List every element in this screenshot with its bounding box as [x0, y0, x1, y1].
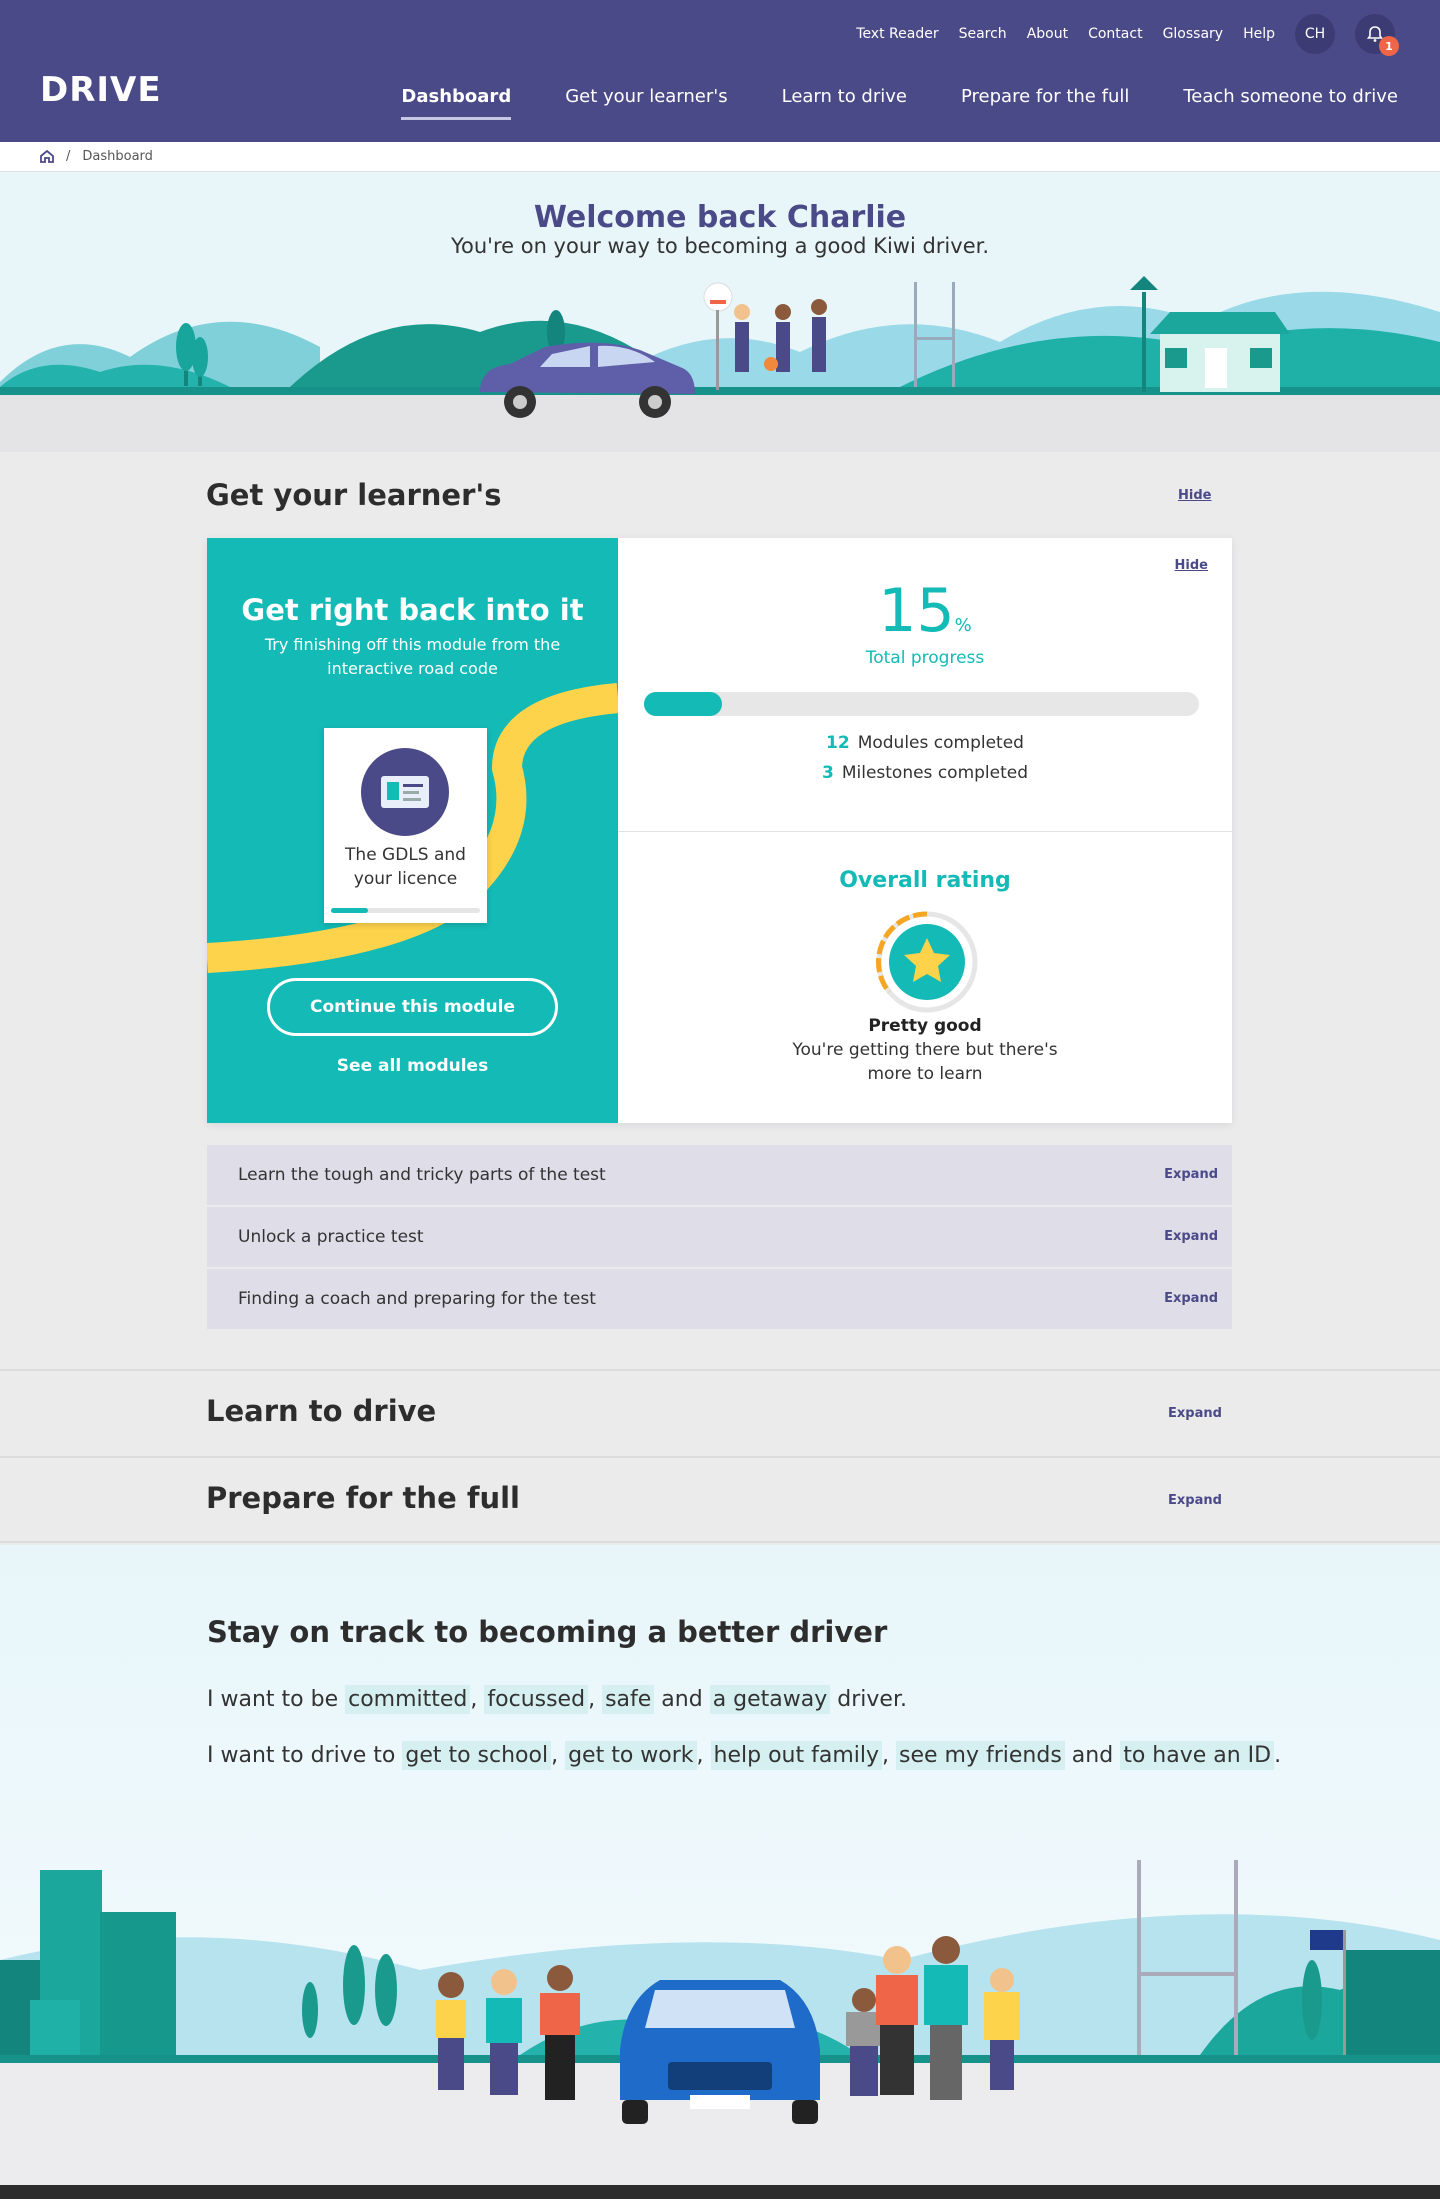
about-link[interactable]: About: [1027, 26, 1068, 42]
task-expand-link[interactable]: Expand: [1164, 1229, 1218, 1244]
text-reader-link[interactable]: Text Reader: [856, 26, 938, 42]
modules-stat: 12 Modules completed: [618, 733, 1232, 753]
rating-description: You're getting there but there's more to…: [792, 1040, 1058, 1084]
task-expand-link[interactable]: Expand: [1164, 1291, 1218, 1306]
progress-number: 15: [878, 576, 955, 646]
module-progress-fill: [331, 908, 369, 913]
goals-suffix: .: [1274, 1743, 1282, 1768]
welcome-hero: Welcome back Charlie You're on your way …: [0, 172, 1440, 452]
milestones-stat: 3 Milestones completed: [618, 763, 1232, 783]
goal-chip[interactable]: to have an ID: [1120, 1741, 1275, 1770]
goal-chip[interactable]: get to school: [402, 1741, 552, 1770]
driver-traits-sentence: I want to be committed, focussed, safe a…: [207, 1685, 907, 1714]
resume-title: Get right back into it: [241, 593, 584, 627]
home-icon[interactable]: [40, 150, 54, 163]
continue-module-button[interactable]: Continue this module: [267, 978, 558, 1036]
traits-prefix: I want to be: [207, 1687, 339, 1712]
module-name: The GDLS and your licence: [345, 845, 466, 889]
trait-chip[interactable]: a getaway: [709, 1685, 831, 1714]
prepare-full-expand-link[interactable]: Expand: [1168, 1493, 1222, 1508]
panel-divider: [618, 831, 1232, 832]
task-label: Learn the tough and tricky parts of the …: [238, 1165, 606, 1185]
utility-nav: Text Reader Search About Contact Glossar…: [856, 14, 1399, 56]
total-progress-label: Total progress: [865, 648, 985, 668]
trait-chip[interactable]: committed: [345, 1685, 471, 1714]
welcome-title: Welcome back Charlie: [533, 200, 907, 235]
nav-get-your-learners[interactable]: Get your learner's: [565, 86, 727, 120]
goal-chip[interactable]: get to work: [565, 1741, 697, 1770]
progress-card: Get right back into it Try finishing off…: [207, 538, 1232, 1123]
rating-word: Pretty good: [868, 1016, 982, 1036]
stay-on-track-title: Stay on track to becoming a better drive…: [207, 1615, 888, 1649]
learners-hide-link[interactable]: Hide: [1178, 488, 1211, 503]
task-label: Finding a coach and preparing for the te…: [238, 1289, 596, 1309]
goals-prefix: I want to drive to: [207, 1743, 396, 1768]
overall-rating-title: Overall rating: [839, 868, 1011, 893]
total-progress-fill: [644, 692, 722, 716]
resume-panel: Get right back into it Try finishing off…: [207, 538, 618, 1123]
module-tile[interactable]: The GDLS and your licence: [324, 728, 487, 923]
nav-teach-someone[interactable]: Teach someone to drive: [1183, 86, 1398, 120]
traits-and: and: [661, 1687, 703, 1712]
module-progress-track: [331, 908, 480, 913]
traits-suffix: driver.: [837, 1687, 907, 1712]
driving-goals-sentence: I want to drive to get to school, get to…: [207, 1741, 1282, 1770]
total-progress-bar: [644, 692, 1199, 716]
resume-subtitle: Try finishing off this module from the i…: [264, 635, 561, 678]
learners-heading: Get your learner's: [206, 478, 502, 512]
learn-to-drive-heading: Learn to drive: [206, 1394, 437, 1428]
card-hide-link[interactable]: Hide: [1175, 558, 1208, 573]
modules-count: 12: [826, 733, 850, 753]
goal-chip[interactable]: help out family: [710, 1741, 883, 1770]
breadcrumb-separator: /: [66, 149, 71, 164]
main-nav: Dashboard Get your learner's Learn to dr…: [401, 86, 1398, 120]
footer-bar: [0, 2185, 1440, 2199]
footer-city-illustration: [0, 1860, 1440, 2185]
task-row[interactable]: Finding a coach and preparing for the te…: [207, 1269, 1232, 1329]
goal-chip[interactable]: see my friends: [896, 1741, 1065, 1770]
welcome-subtitle: You're on your way to becoming a good Ki…: [450, 234, 989, 258]
search-link[interactable]: Search: [959, 26, 1007, 42]
task-row[interactable]: Unlock a practice test Expand: [207, 1207, 1232, 1267]
milestones-label: Milestones completed: [841, 763, 1029, 783]
star-rating-icon: [876, 911, 978, 1013]
avatar-initials: CH: [1304, 26, 1326, 42]
progress-percent-symbol: %: [954, 615, 972, 636]
task-expand-link[interactable]: Expand: [1164, 1167, 1218, 1182]
drive-logo[interactable]: DRIVE: [40, 70, 162, 110]
help-link[interactable]: Help: [1243, 26, 1275, 42]
notifications-button[interactable]: 1: [1355, 14, 1399, 56]
user-avatar[interactable]: CH: [1295, 14, 1335, 54]
learn-to-drive-section[interactable]: Learn to drive Expand: [0, 1369, 1440, 1456]
prepare-full-heading: Prepare for the full: [206, 1481, 520, 1515]
licence-card-icon: [361, 748, 449, 836]
total-progress-value: 15%: [618, 576, 1232, 646]
learn-to-drive-expand-link[interactable]: Expand: [1168, 1406, 1222, 1421]
stats-panel: Hide 15% Total progress 12 Modules comple…: [618, 538, 1232, 1123]
notification-badge: 1: [1379, 36, 1399, 56]
goals-and: and: [1071, 1743, 1114, 1768]
trait-chip[interactable]: safe: [602, 1685, 655, 1714]
contact-link[interactable]: Contact: [1088, 26, 1142, 42]
see-all-modules-link[interactable]: See all modules: [207, 1056, 618, 1076]
breadcrumb-current: Dashboard: [82, 149, 153, 164]
glossary-link[interactable]: Glossary: [1163, 26, 1224, 42]
milestones-count: 3: [821, 763, 834, 783]
trait-chip[interactable]: focussed: [484, 1685, 589, 1714]
breadcrumb: / Dashboard: [0, 142, 1440, 172]
nav-learn-to-drive[interactable]: Learn to drive: [782, 86, 907, 120]
task-row[interactable]: Learn the tough and tricky parts of the …: [207, 1145, 1232, 1205]
players-illustration: [734, 299, 827, 372]
prepare-full-section[interactable]: Prepare for the full Expand: [0, 1456, 1440, 1543]
task-label: Unlock a practice test: [238, 1227, 424, 1247]
nav-dashboard[interactable]: Dashboard: [401, 86, 512, 120]
modules-label: Modules completed: [857, 733, 1024, 753]
nav-prepare-for-full[interactable]: Prepare for the full: [961, 86, 1129, 120]
site-header: Text Reader Search About Contact Glossar…: [0, 0, 1440, 142]
